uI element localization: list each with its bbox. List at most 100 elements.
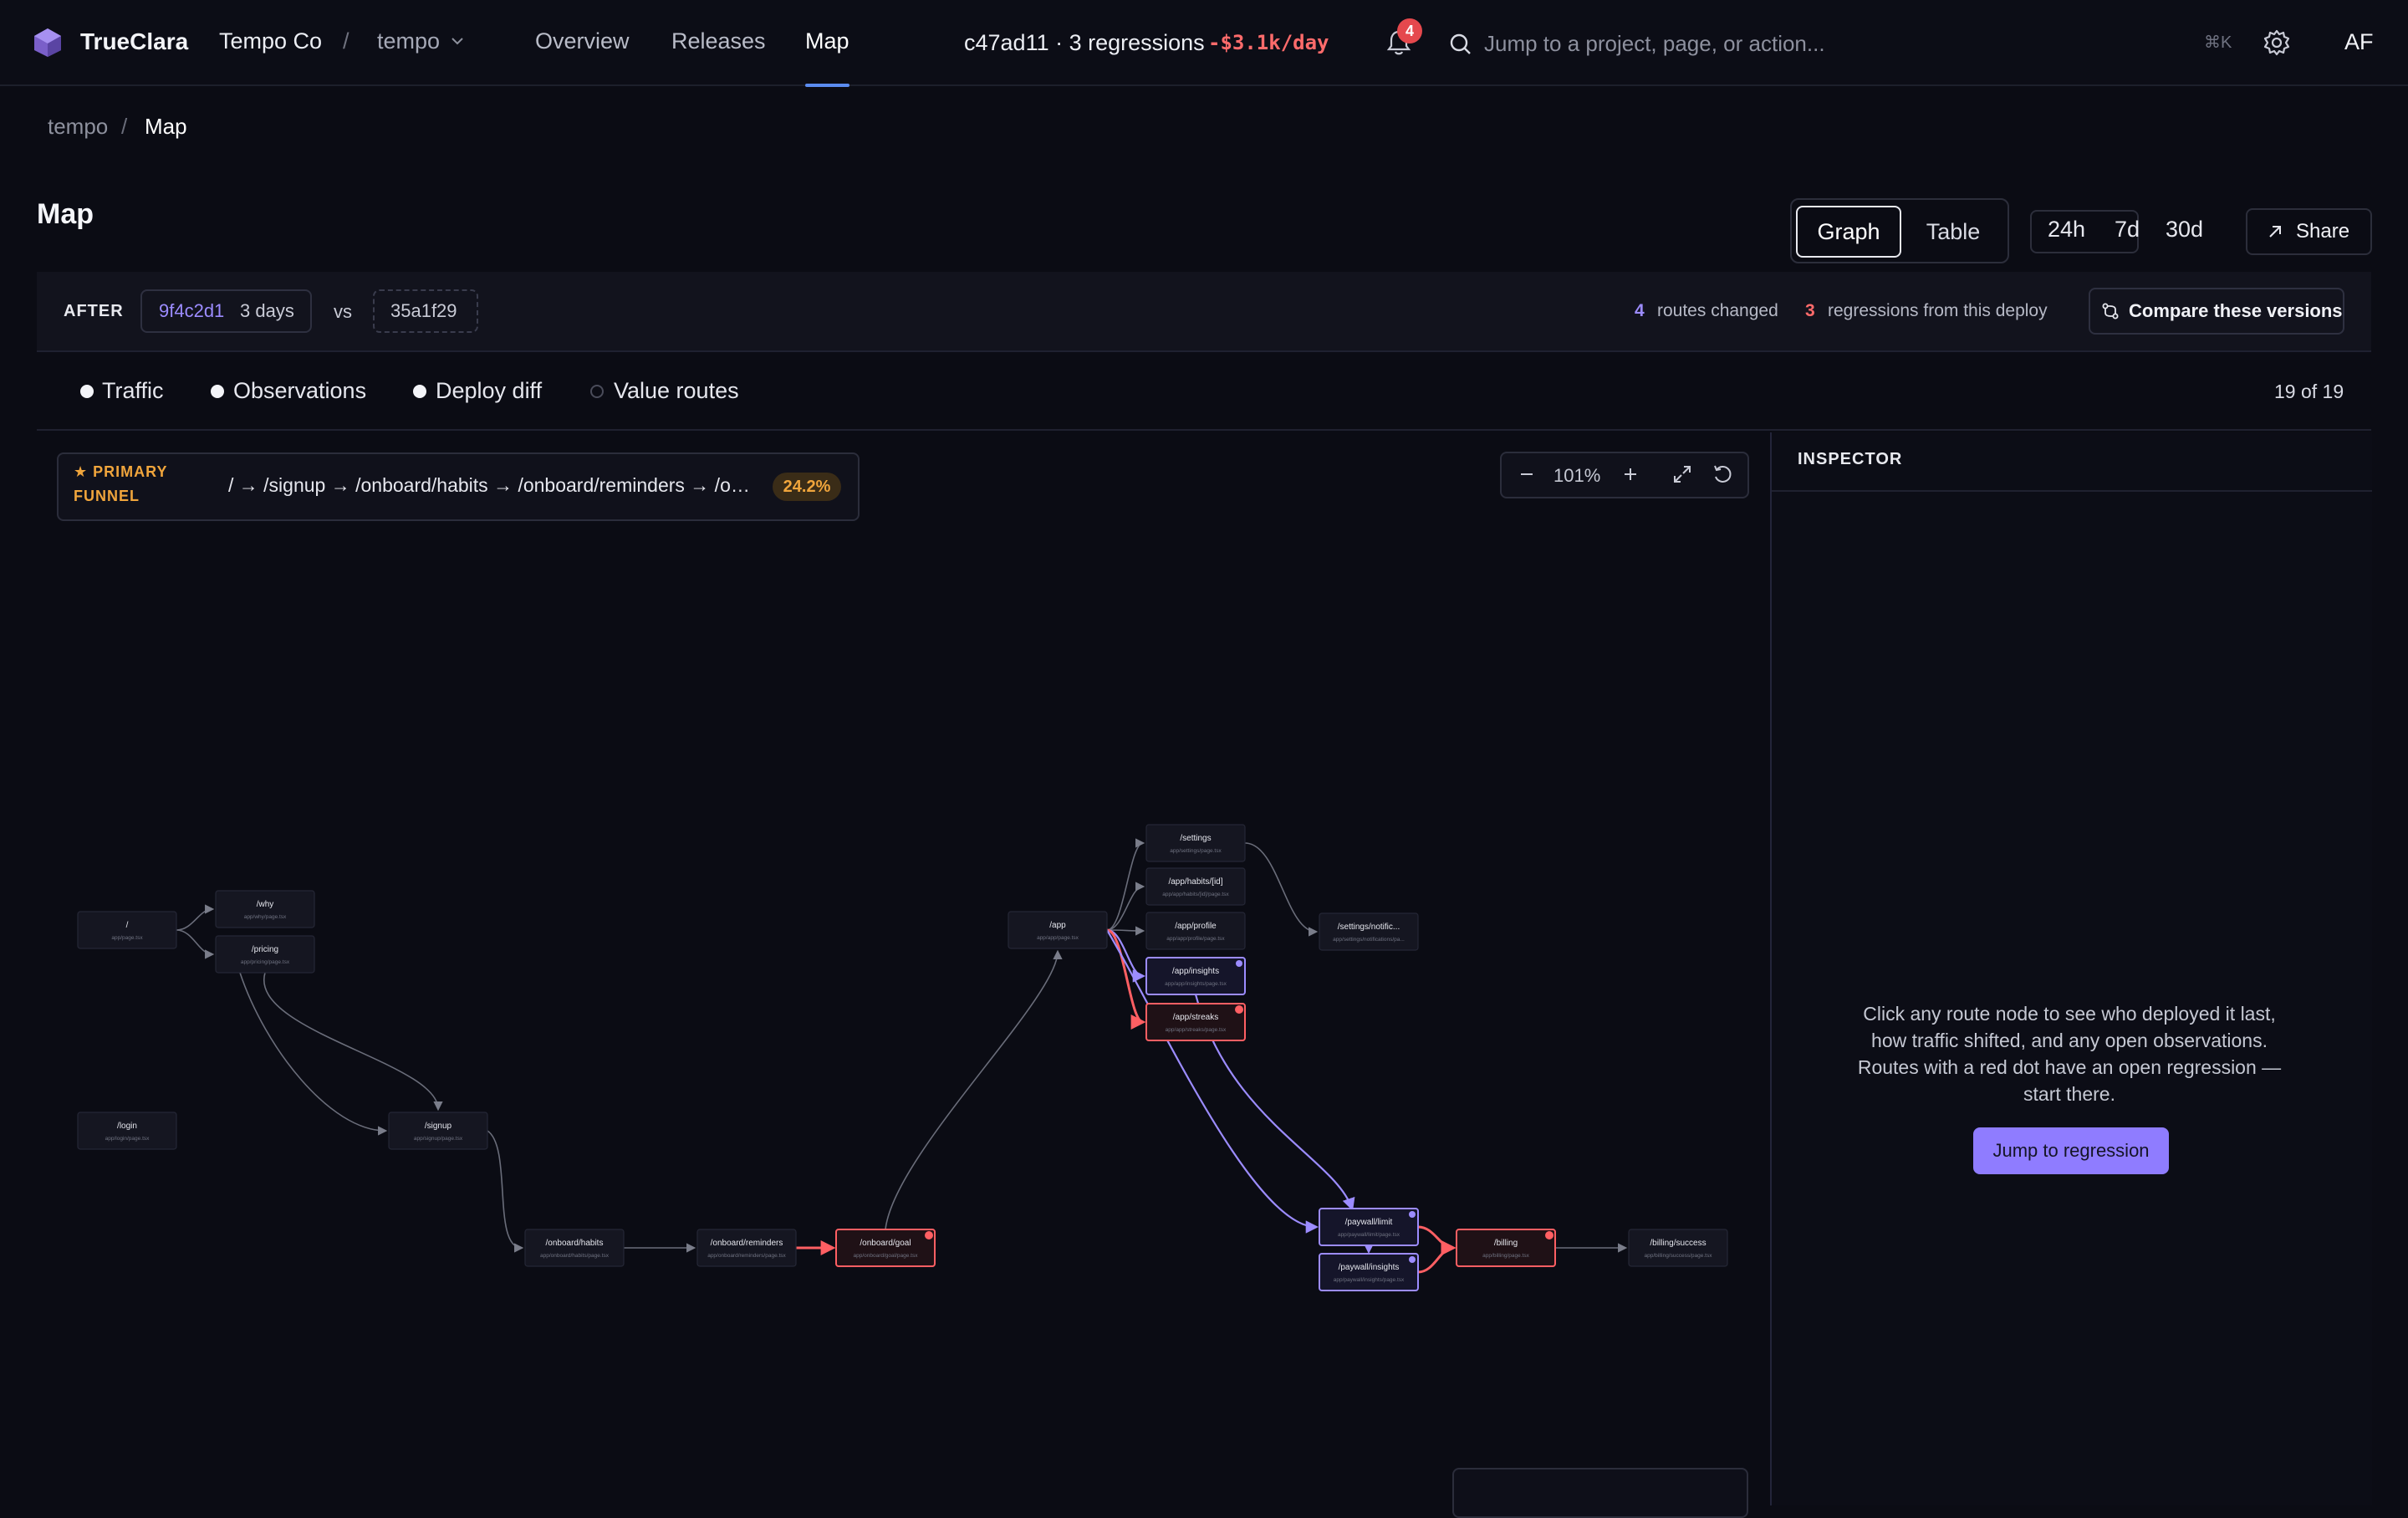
graph-view-button[interactable]: Graph [1796, 206, 1901, 258]
route-node-box[interactable] [835, 1229, 936, 1267]
route-node-title: /why [257, 900, 274, 909]
share-button[interactable]: Share [2246, 208, 2372, 255]
route-node-billing[interactable]: /billing app/billing/page.tsx [1456, 1229, 1556, 1267]
org-switcher[interactable]: Tempo Co [219, 28, 322, 54]
compare-icon [2102, 303, 2119, 319]
filter-traffic[interactable]: Traffic [102, 378, 164, 404]
edge-app-streaks [1106, 928, 1146, 1030]
commit-summary[interactable]: c47ad11 · 3 regressions [964, 30, 1205, 56]
chevron-down-icon[interactable] [450, 33, 465, 49]
nav-releases[interactable]: Releases [671, 28, 766, 54]
route-node-box[interactable] [1319, 1208, 1419, 1246]
route-node-box[interactable] [77, 911, 177, 949]
gear-icon[interactable] [2263, 28, 2291, 57]
route-node-box[interactable] [1456, 1229, 1556, 1267]
route-node-file: app/app/page.tsx [1037, 935, 1079, 941]
page-title: Map [37, 198, 94, 230]
route-node-title: /billing [1494, 1239, 1518, 1248]
edge-plimit-billing [1417, 1225, 1457, 1255]
route-node-box[interactable] [1145, 957, 1246, 995]
route-node-title: /login [117, 1122, 137, 1131]
route-node-box[interactable] [77, 1112, 177, 1150]
route-node-profile[interactable]: /app/profile app/app/profile/page.tsx [1145, 912, 1246, 950]
route-node-box[interactable] [1628, 1229, 1728, 1267]
route-node-box[interactable] [215, 890, 315, 928]
route-node-habits[interactable]: /onboard/habits app/onboard/habits/page.t… [524, 1229, 625, 1267]
project-switcher[interactable]: tempo [377, 28, 440, 54]
route-node-why[interactable]: /why app/why/page.tsx [215, 890, 315, 928]
user-avatar[interactable]: AF [2344, 29, 2374, 55]
value-routes-toggle-dot[interactable] [590, 385, 604, 398]
range-24h-button[interactable]: 24h [2048, 217, 2085, 243]
route-node-title: /onboard/habits [546, 1239, 604, 1248]
range-30d-button[interactable]: 30d [2166, 217, 2203, 243]
route-node-box[interactable] [1319, 1253, 1419, 1291]
route-node-title: /paywall/limit [1345, 1218, 1393, 1227]
table-view-button[interactable]: Table [1903, 206, 2003, 258]
route-node-bsuccess[interactable]: /billing/success app/billing/success/page… [1628, 1229, 1728, 1267]
route-node-goal[interactable]: /onboard/goal app/onboard/goal/page.tsx [835, 1229, 936, 1267]
graph-nodes[interactable]: / app/page.tsx/why app/why/page.tsx/pricin… [77, 824, 1728, 1291]
edge-signup-habits [487, 1130, 524, 1253]
route-node-title: /settings/notific... [1338, 923, 1400, 932]
route-node-pricing[interactable]: /pricing app/pricing/page.tsx [215, 935, 315, 974]
edge-settings-notif [1244, 842, 1319, 937]
funnel-tag: ★ PRIMARY [74, 463, 168, 480]
search-input[interactable] [1484, 23, 2153, 64]
fit-view-icon[interactable] [1670, 462, 1695, 487]
zoom-out-icon[interactable] [1514, 462, 1539, 487]
route-node-notif[interactable]: /settings/notific... app/settings/notific… [1319, 912, 1419, 951]
route-node-insights[interactable]: /app/insights app/app/insights/page.tsx [1145, 957, 1246, 995]
filter-value-routes[interactable]: Value routes [614, 378, 739, 404]
route-node-app[interactable]: /app app/app/page.tsx [1008, 911, 1108, 949]
zoom-in-icon[interactable] [1618, 462, 1643, 487]
route-node-settings[interactable]: /settings app/settings/page.tsx [1145, 824, 1246, 862]
inspector-hint: Click any route node to see who deployed… [1857, 1003, 2282, 1105]
compare-versions-button[interactable]: Compare these versions [2089, 288, 2344, 335]
route-node-box[interactable] [1145, 824, 1246, 862]
route-node-signup[interactable]: /signup app/signup/page.tsx [388, 1112, 488, 1150]
route-node-file: app/onboard/habits/page.tsx [540, 1253, 610, 1259]
route-node-box[interactable] [215, 935, 315, 974]
edge-goal-app [885, 949, 1063, 1230]
route-node-root[interactable]: / app/page.tsx [77, 911, 177, 949]
route-node-box[interactable] [1145, 1003, 1246, 1041]
route-node-habitid[interactable]: /app/habits/[id] app/app/habits/[id]/page… [1145, 867, 1246, 906]
route-node-pinsights[interactable]: /paywall/insights app/paywall/insights/pa… [1319, 1253, 1419, 1291]
minimap[interactable] [1452, 1468, 1748, 1518]
nav-overview[interactable]: Overview [535, 28, 630, 54]
observations-toggle-dot[interactable] [211, 385, 224, 398]
nav-map[interactable]: Map [805, 28, 849, 54]
regressions-label: regressions from this deploy [1828, 301, 2048, 320]
range-7d-button[interactable]: 7d [2115, 217, 2140, 243]
route-node-box[interactable] [524, 1229, 625, 1267]
route-node-box[interactable] [1319, 912, 1419, 951]
route-node-login[interactable]: /login app/login/page.tsx [77, 1112, 177, 1150]
map-canvas[interactable]: / app/page.tsx/why app/why/page.tsx/pricin… [37, 432, 1770, 1505]
route-node-box[interactable] [388, 1112, 488, 1150]
regression-dot [925, 1231, 933, 1239]
route-node-file: app/onboard/goal/page.tsx [854, 1253, 919, 1259]
route-node-plimit[interactable]: /paywall/limit app/paywall/limit/page.tsx [1319, 1208, 1419, 1246]
jump-to-regression-button[interactable]: Jump to regression [1973, 1127, 2169, 1174]
after-age: 3 days [240, 300, 294, 321]
route-node-box[interactable] [1145, 867, 1246, 906]
after-hash: 9f4c2d1 [159, 300, 225, 321]
route-graph[interactable]: / app/page.tsx/why app/why/page.tsx/pricin… [37, 432, 1770, 1505]
route-node-box[interactable] [696, 1229, 797, 1267]
route-node-reminders[interactable]: /onboard/reminders app/onboard/reminders/… [696, 1229, 797, 1267]
filter-observations[interactable]: Observations [233, 378, 366, 404]
reset-view-icon[interactable] [1710, 462, 1735, 487]
route-node-file: app/paywall/limit/page.tsx [1338, 1232, 1400, 1238]
deploy-diff-toggle-dot[interactable] [413, 385, 426, 398]
breadcrumb-root[interactable]: tempo [48, 114, 108, 140]
route-node-box[interactable] [1008, 911, 1108, 949]
route-node-streaks[interactable]: /app/streaks app/app/streaks/page.tsx [1145, 1003, 1246, 1041]
route-node-title: /app/profile [1175, 922, 1217, 931]
logo-icon[interactable] [32, 27, 64, 59]
brand-name[interactable]: TrueClara [80, 28, 188, 55]
traffic-toggle-dot[interactable] [80, 385, 94, 398]
filter-deploy-diff[interactable]: Deploy diff [436, 378, 542, 404]
edge-app-settings [1106, 838, 1145, 931]
route-node-box[interactable] [1145, 912, 1246, 950]
